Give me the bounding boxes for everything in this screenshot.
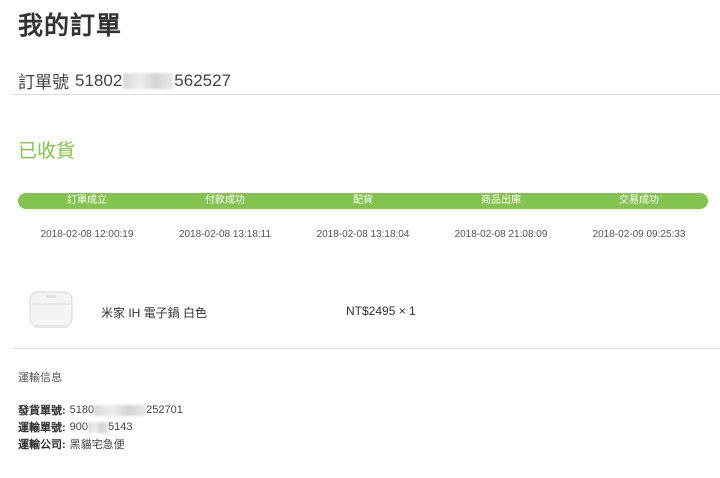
divider (12, 94, 720, 95)
shipment-number-value: 5180 252701 (70, 404, 183, 416)
shipment-number-suffix: 252701 (146, 404, 183, 416)
progress-step: 配貨 (353, 195, 373, 206)
product-price: NT$2495 × 1 (346, 304, 416, 318)
page-title: 我的訂單 (18, 12, 123, 40)
shipping-section-title: 運輸信息 (18, 372, 62, 384)
shipping-company-row: 運輸公司: 黑貓宅急便 (18, 436, 125, 452)
order-number: 訂單號 51802 562527 (18, 68, 231, 93)
progress-timestamp: 2018-02-09 09:25:33 (592, 229, 686, 240)
tracking-number-suffix: 5143 (108, 421, 133, 433)
tracking-number-prefix: 900 (69, 421, 89, 433)
order-status: 已收貨 (18, 141, 76, 162)
order-number-label: 訂單號 (18, 73, 69, 92)
shipment-number-prefix: 5180 (69, 404, 95, 416)
shipment-number-label: 發貨單號: (18, 405, 66, 417)
tracking-number-row: 運輸單號: 900 5143 (18, 419, 133, 435)
shipping-company-label: 運輸公司: (18, 439, 66, 451)
order-number-prefix: 51802 (75, 70, 123, 90)
progress-timestamp: 2018-02-08 13:18:04 (316, 229, 410, 240)
progress-step: 交易成功 (619, 195, 659, 206)
progress-timestamp: 2018-02-08 12:00:19 (40, 229, 134, 240)
shipping-company-value: 黑貓宅急便 (69, 439, 125, 451)
progress-timestamp: 2018-02-08 13:18:11 (178, 229, 272, 240)
redacted-blur (123, 72, 174, 89)
tracking-number-label: 運輸單號: (18, 422, 66, 434)
order-progress-bar: 訂單成立 付款成功 配貨 商品出庫 交易成功 (18, 193, 708, 209)
progress-timestamps: 2018-02-08 12:00:19 2018-02-08 13:18:11 … (18, 229, 708, 240)
divider (12, 348, 720, 349)
product-name[interactable]: 米家 IH 電子鍋 白色 (101, 304, 207, 321)
progress-step: 商品出庫 (481, 195, 521, 206)
redacted-blur (88, 421, 109, 433)
shipment-number-row: 發貨單號: 5180 252701 (18, 402, 183, 418)
redacted-blur (94, 404, 147, 416)
order-number-suffix: 562527 (174, 70, 232, 90)
progress-step: 付款成功 (205, 195, 245, 206)
rice-cooker-image[interactable] (26, 288, 76, 332)
progress-timestamp: 2018-02-08 21:08:09 (454, 229, 548, 240)
progress-step: 訂單成立 (67, 195, 107, 206)
tracking-number-value: 900 5143 (70, 421, 133, 433)
